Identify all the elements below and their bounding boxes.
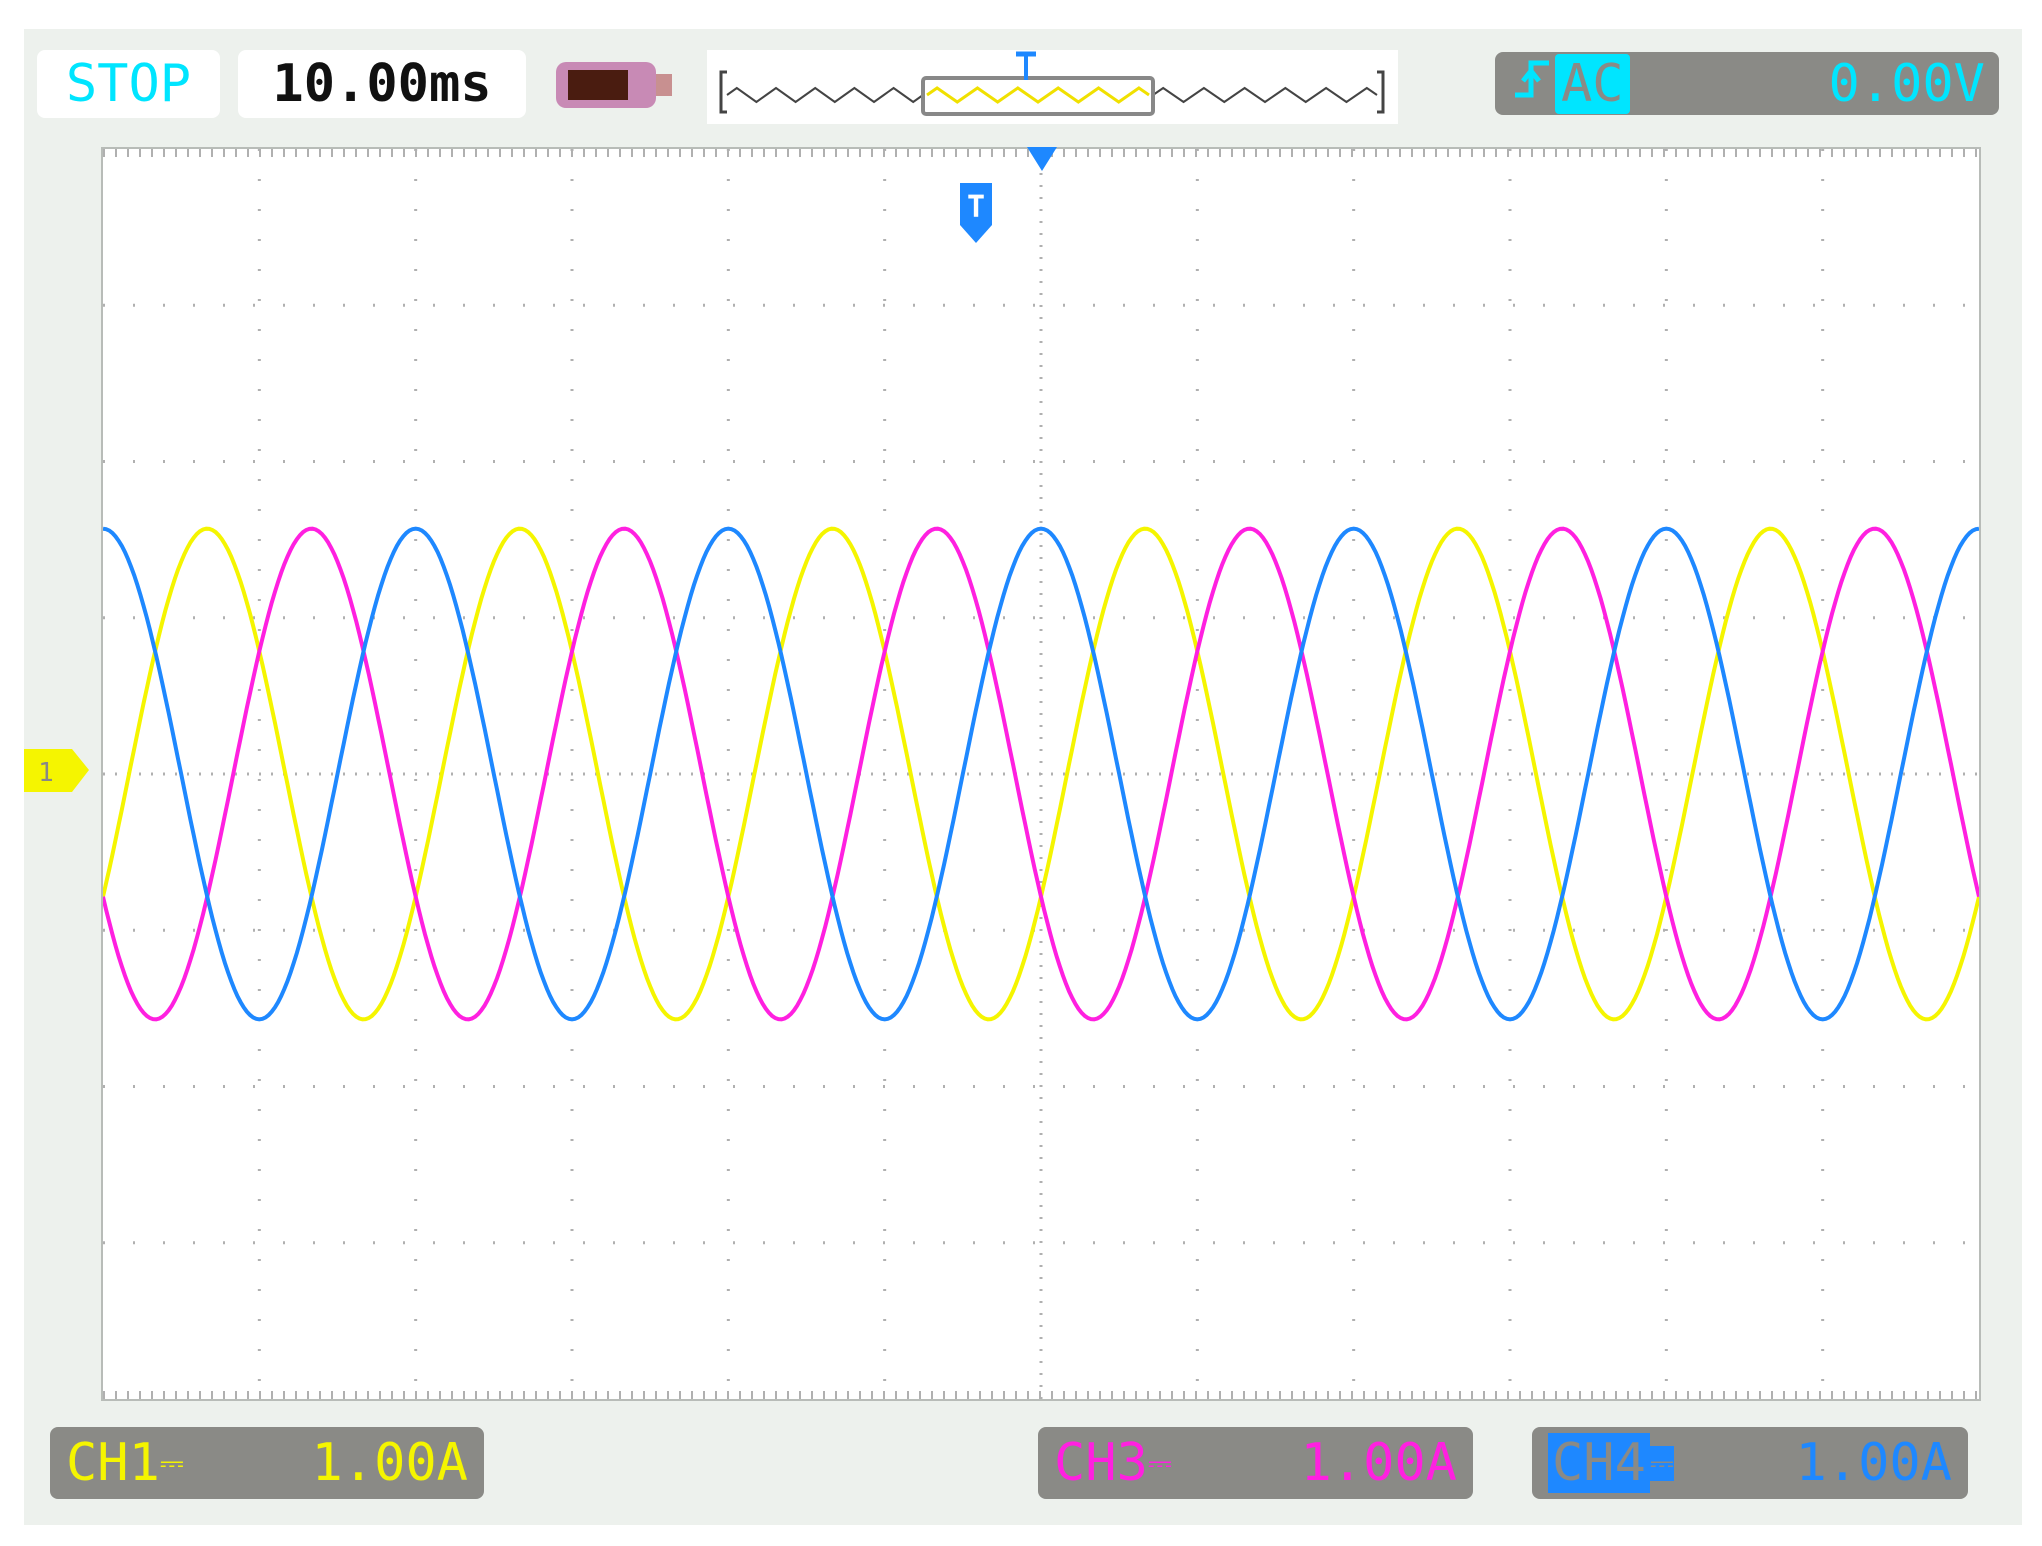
trigger-marker-label: T: [967, 190, 985, 225]
ch1-scale-panel[interactable]: CH1 ⎓ 1.00A: [50, 1427, 484, 1499]
waveform-plot: [101, 149, 1981, 1399]
ch3-scale-panel[interactable]: CH3 ⎓ 1.00A: [1038, 1427, 1473, 1499]
dc-coupling-icon: ⎓: [159, 1445, 184, 1481]
battery-icon: [556, 62, 672, 108]
trigger-position-marker-icon[interactable]: [1027, 147, 1057, 171]
timebase-readout[interactable]: 10.00ms: [238, 50, 526, 118]
trigger-level: 0.00V: [1828, 53, 1985, 114]
run-state-indicator[interactable]: STOP: [37, 50, 220, 118]
ch3-scale: 1.00A: [1300, 1433, 1457, 1493]
svg-text:1: 1: [38, 758, 54, 788]
waveform-display[interactable]: [101, 147, 1981, 1401]
trigger-level-marker-icon[interactable]: T: [958, 183, 994, 243]
rising-edge-icon: [1509, 54, 1555, 114]
ch3-label: CH3: [1054, 1433, 1148, 1493]
ch4-label: CH4: [1548, 1433, 1650, 1493]
trigger-coupling: AC: [1555, 53, 1630, 114]
memory-position-bar[interactable]: [707, 50, 1398, 124]
dc-coupling-icon: ⎓: [1649, 1445, 1674, 1481]
ch1-scale: 1.00A: [311, 1433, 468, 1493]
ch1-label: CH1: [66, 1433, 160, 1493]
memory-waveform-icon: [719, 51, 1385, 116]
trigger-panel[interactable]: AC 0.00V: [1495, 52, 1999, 115]
ch4-scale-panel[interactable]: CH4 ⎓ 1.00A: [1532, 1427, 1968, 1499]
ch4-scale: 1.00A: [1795, 1433, 1952, 1493]
dc-coupling-icon: ⎓: [1147, 1445, 1172, 1481]
ch1-ground-marker-icon[interactable]: 1: [24, 749, 89, 792]
